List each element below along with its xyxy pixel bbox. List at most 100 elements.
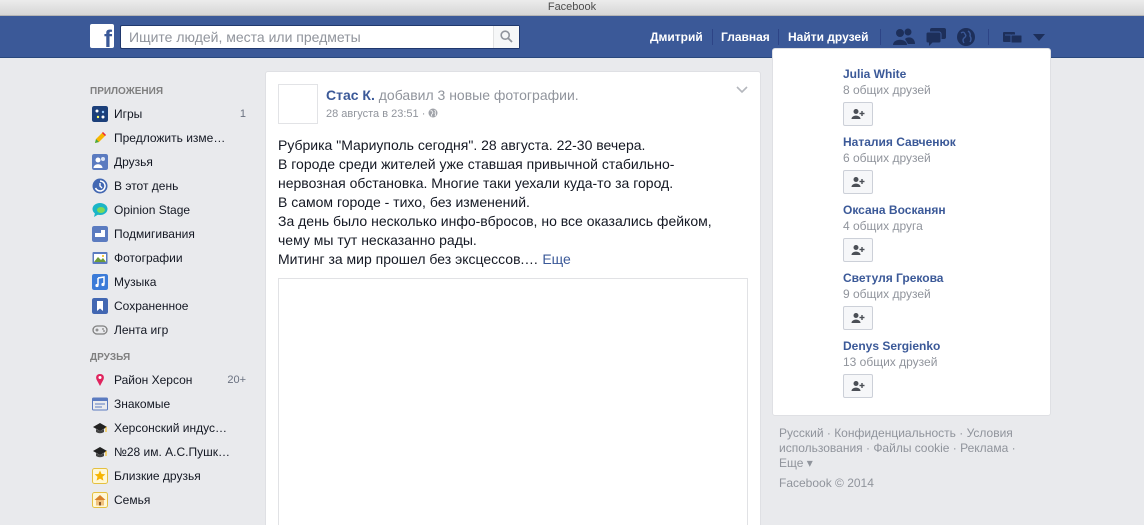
suggestion-item: Julia White 8 общих друзей bbox=[843, 66, 931, 126]
sidebar-item-close-friends[interactable]: Близкие друзья bbox=[86, 464, 256, 488]
post-author-link[interactable]: Стас К. bbox=[326, 87, 375, 103]
sidebar-item-family[interactable]: Семья bbox=[86, 488, 256, 512]
sidebar-item-game-feed[interactable]: Лента игр bbox=[86, 318, 256, 342]
sidebar-item-label: Opinion Stage bbox=[114, 203, 191, 217]
notifications-globe-icon[interactable] bbox=[956, 27, 976, 47]
footer-links-line[interactable]: использования · Файлы cookie · Реклама · bbox=[779, 441, 1049, 456]
acquaintances-icon bbox=[92, 397, 108, 411]
add-friend-icon bbox=[851, 313, 865, 323]
star-icon bbox=[92, 468, 108, 484]
post-text-line: Рубрика "Мариуполь сегодня". 28 августа.… bbox=[278, 137, 646, 153]
sidebar-item-school-28[interactable]: №28 им. А.С.Пушк… bbox=[86, 440, 256, 464]
see-more-link[interactable]: Еще bbox=[542, 251, 571, 267]
sidebar-item-opinion-stage[interactable]: Opinion Stage bbox=[86, 198, 256, 222]
suggestion-item: Denys Sergienko 13 общих друзей bbox=[843, 338, 940, 398]
add-friend-button[interactable] bbox=[843, 306, 873, 330]
suggestion-mutual-friends[interactable]: 4 общих друга bbox=[843, 218, 946, 234]
suggestion-mutual-friends[interactable]: 9 общих друзей bbox=[843, 286, 943, 302]
post-message: Рубрика "Мариуполь сегодня". 28 августа.… bbox=[278, 136, 748, 269]
sidebar-item-kherson-industrial[interactable]: Херсонский индус… bbox=[86, 416, 256, 440]
post-header: Стас К. добавил 3 новые фотографии. bbox=[326, 87, 579, 103]
nav-separator bbox=[778, 29, 779, 45]
nav-home-link[interactable]: Главная bbox=[721, 16, 770, 58]
add-friend-icon bbox=[851, 177, 865, 187]
sidebar-item-label: В этот день bbox=[114, 179, 179, 193]
games-icon bbox=[92, 106, 108, 122]
sidebar-item-games[interactable]: Игры 1 bbox=[86, 102, 256, 126]
sidebar-item-suggest-edits[interactable]: Предложить изме… bbox=[86, 126, 256, 150]
sidebar-item-acquaintances[interactable]: Знакомые bbox=[86, 392, 256, 416]
post-text-line: За день было несколько инфо-вбросов, но … bbox=[278, 213, 712, 229]
suggestion-name-link[interactable]: Наталия Савченюк bbox=[843, 134, 956, 150]
add-friend-icon bbox=[851, 109, 865, 119]
suggestion-item: Светуля Грекова 9 общих друзей bbox=[843, 270, 943, 330]
sidebar-item-label: Район Херсон bbox=[114, 373, 193, 387]
add-friend-button[interactable] bbox=[843, 374, 873, 398]
search-button[interactable] bbox=[493, 26, 519, 48]
sidebar-item-pokes[interactable]: Подмигивания bbox=[86, 222, 256, 246]
post-photo[interactable] bbox=[278, 278, 748, 525]
sidebar-item-count: 20+ bbox=[227, 374, 246, 386]
sidebar-item-on-this-day[interactable]: В этот день bbox=[86, 174, 256, 198]
suggestion-name-link[interactable]: Julia White bbox=[843, 66, 931, 82]
sidebar-item-friends[interactable]: Друзья bbox=[86, 150, 256, 174]
suggestion-name-link[interactable]: Оксана Восканян bbox=[843, 202, 946, 218]
search-input[interactable] bbox=[121, 26, 493, 48]
window-titlebar: Facebook bbox=[0, 0, 1144, 16]
friends-icon bbox=[92, 154, 108, 170]
photos-icon bbox=[92, 252, 108, 264]
nav-separator bbox=[988, 29, 989, 45]
suggestion-mutual-friends[interactable]: 6 общих друзей bbox=[843, 150, 956, 166]
sidebar-item-label: Близкие друзья bbox=[114, 469, 201, 483]
sidebar-item-count: 1 bbox=[239, 108, 246, 120]
add-friend-button[interactable] bbox=[843, 170, 873, 194]
privacy-shortcuts-icon[interactable] bbox=[1003, 30, 1023, 44]
sidebar-item-label: Подмигивания bbox=[114, 227, 195, 241]
sidebar-item-label: Музыка bbox=[114, 275, 157, 289]
add-friend-button[interactable] bbox=[843, 238, 873, 262]
nav-profile-link[interactable]: Дмитрий bbox=[650, 16, 703, 58]
sidebar-item-label: Лента игр bbox=[114, 323, 169, 337]
friend-requests-icon[interactable] bbox=[892, 27, 916, 47]
page-footer: Русский · Конфиденциальность · Условия и… bbox=[779, 426, 1049, 491]
search-icon bbox=[500, 30, 513, 43]
left-sidebar: ПРИЛОЖЕНИЯ Игры 1 Предложить изме… Друзь… bbox=[86, 59, 256, 512]
people-you-may-know-box: Julia White 8 общих друзей Наталия Савче… bbox=[772, 48, 1051, 416]
suggestion-item: Оксана Восканян 4 общих друга bbox=[843, 202, 946, 262]
nav-separator bbox=[712, 29, 713, 45]
add-friend-icon bbox=[851, 381, 865, 391]
post-text-line: нервозная обстановка. Многие таки уехали… bbox=[278, 175, 674, 191]
add-friend-button[interactable] bbox=[843, 102, 873, 126]
account-menu-chevron-down-icon[interactable] bbox=[1033, 34, 1045, 41]
search-box bbox=[120, 25, 520, 49]
sidebar-item-label: Фотографии bbox=[114, 251, 183, 265]
facebook-logo-icon[interactable]: f bbox=[90, 24, 114, 48]
suggestion-name-link[interactable]: Denys Sergienko bbox=[843, 338, 940, 354]
game-feed-icon bbox=[92, 325, 108, 335]
footer-links-line[interactable]: Русский · Конфиденциальность · Условия bbox=[779, 426, 1049, 441]
window-title: Facebook bbox=[547, 1, 597, 13]
graduation-cap-icon bbox=[93, 423, 107, 434]
sidebar-item-label: Семья bbox=[114, 493, 151, 507]
sidebar-item-saved[interactable]: Сохраненное bbox=[86, 294, 256, 318]
graduation-cap-icon bbox=[93, 447, 107, 458]
sidebar-item-label: №28 им. А.С.Пушк… bbox=[114, 445, 231, 459]
post-time-link[interactable]: 28 августа в 23:51 · bbox=[326, 108, 428, 120]
footer-more-link[interactable]: Еще ▾ bbox=[779, 456, 1049, 471]
suggestion-name-link[interactable]: Светуля Грекова bbox=[843, 270, 943, 286]
sidebar-item-photos[interactable]: Фотографии bbox=[86, 246, 256, 270]
on-this-day-icon bbox=[92, 178, 108, 194]
sidebar-item-region-kherson[interactable]: Район Херсон 20+ bbox=[86, 368, 256, 392]
apps-section-header: ПРИЛОЖЕНИЯ bbox=[90, 86, 164, 97]
post-text-line: Митинг за мир прошел без эксцессов.… bbox=[278, 251, 539, 267]
saved-icon bbox=[92, 298, 108, 314]
messages-icon[interactable] bbox=[925, 27, 947, 47]
sidebar-item-label: Игры bbox=[114, 107, 143, 121]
suggestion-mutual-friends[interactable]: 13 общих друзей bbox=[843, 354, 940, 370]
post-options-chevron-down-icon[interactable] bbox=[736, 86, 748, 94]
post-text-line: В городе среди жителей уже ставшая привы… bbox=[278, 156, 675, 172]
suggestion-mutual-friends[interactable]: 8 общих друзей bbox=[843, 82, 931, 98]
sidebar-item-music[interactable]: Музыка bbox=[86, 270, 256, 294]
house-icon bbox=[92, 492, 108, 508]
post-author-avatar[interactable] bbox=[278, 84, 318, 124]
